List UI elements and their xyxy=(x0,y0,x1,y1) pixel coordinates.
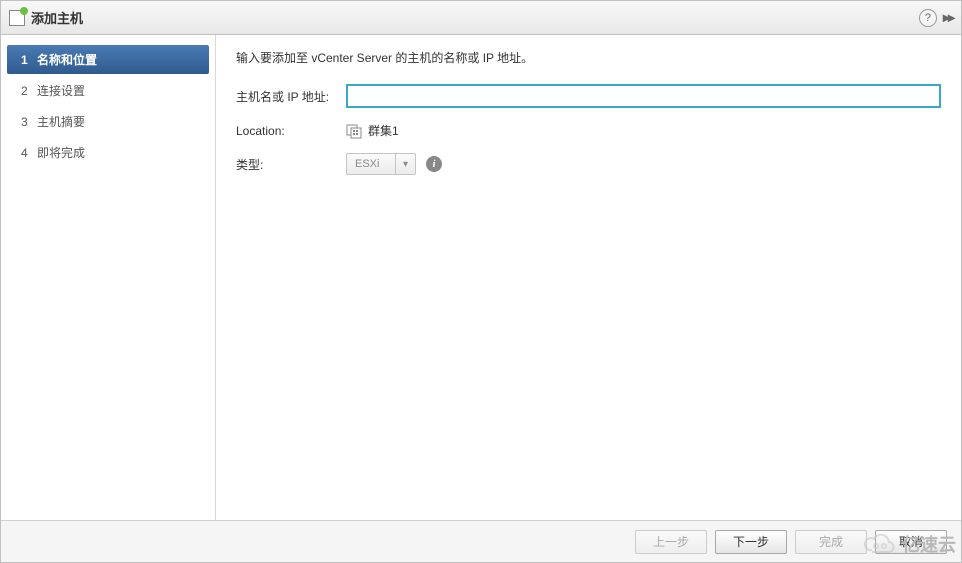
host-icon xyxy=(9,10,25,26)
hostname-input[interactable] xyxy=(346,84,941,108)
step-label: 名称和位置 xyxy=(37,51,97,68)
dialog-body: 1 名称和位置 2 连接设置 3 主机摘要 4 即将完成 输入要添加至 vCen… xyxy=(1,35,961,520)
step-number: 4 xyxy=(21,146,37,160)
finish-button[interactable]: 完成 xyxy=(795,530,867,554)
type-select[interactable]: ESXi ▾ xyxy=(346,153,416,175)
hostname-row: 主机名或 IP 地址: xyxy=(236,84,941,108)
wizard-step-connection[interactable]: 2 连接设置 xyxy=(7,76,209,105)
wizard-step-summary[interactable]: 3 主机摘要 xyxy=(7,107,209,136)
step-label: 连接设置 xyxy=(37,82,85,99)
location-row: Location: 群集1 xyxy=(236,122,941,139)
add-host-dialog: 添加主机 ? ▸▸ 1 名称和位置 2 连接设置 3 主机摘要 4 即将完成 xyxy=(0,0,962,563)
wizard-sidebar: 1 名称和位置 2 连接设置 3 主机摘要 4 即将完成 xyxy=(1,35,216,520)
step-number: 2 xyxy=(21,84,37,98)
location-label: Location: xyxy=(236,124,346,138)
type-select-value: ESXi xyxy=(347,158,395,170)
dialog-footer: 上一步 下一步 完成 取消 xyxy=(1,520,961,562)
next-button[interactable]: 下一步 xyxy=(715,530,787,554)
info-icon[interactable]: i xyxy=(426,156,442,172)
dialog-title: 添加主机 xyxy=(31,8,919,27)
cancel-button[interactable]: 取消 xyxy=(875,530,947,554)
cluster-icon xyxy=(346,123,362,139)
hostname-label: 主机名或 IP 地址: xyxy=(236,88,346,105)
titlebar-controls: ? ▸▸ xyxy=(919,9,953,27)
location-value: 群集1 xyxy=(346,122,399,139)
step-number: 3 xyxy=(21,115,37,129)
back-button[interactable]: 上一步 xyxy=(635,530,707,554)
titlebar: 添加主机 ? ▸▸ xyxy=(1,1,961,35)
help-icon[interactable]: ? xyxy=(919,9,937,27)
type-label: 类型: xyxy=(236,156,346,173)
step-number: 1 xyxy=(21,53,37,67)
expand-icon[interactable]: ▸▸ xyxy=(943,9,953,26)
wizard-step-name-location[interactable]: 1 名称和位置 xyxy=(7,45,209,74)
wizard-content: 输入要添加至 vCenter Server 的主机的名称或 IP 地址。 主机名… xyxy=(216,35,961,520)
chevron-down-icon: ▾ xyxy=(395,154,415,174)
step-label: 即将完成 xyxy=(37,144,85,161)
instruction-text: 输入要添加至 vCenter Server 的主机的名称或 IP 地址。 xyxy=(236,49,941,66)
location-text: 群集1 xyxy=(368,122,399,139)
wizard-step-finish[interactable]: 4 即将完成 xyxy=(7,138,209,167)
step-label: 主机摘要 xyxy=(37,113,85,130)
type-row: 类型: ESXi ▾ i xyxy=(236,153,941,175)
